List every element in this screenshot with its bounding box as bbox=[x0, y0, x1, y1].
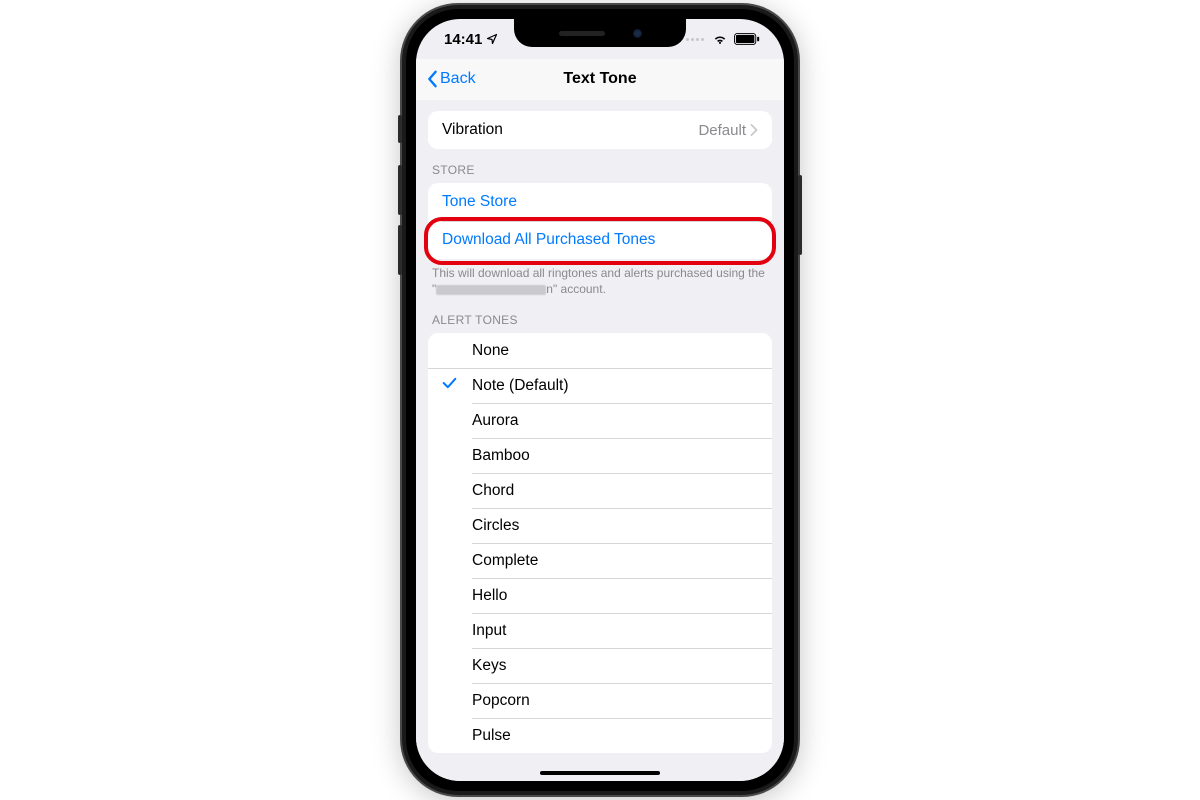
alert-tone-label: Input bbox=[472, 622, 506, 640]
alert-tone-label: Note (Default) bbox=[472, 377, 568, 395]
alert-tone-label: Keys bbox=[472, 657, 506, 675]
screen: 14:41 bbox=[416, 19, 784, 781]
phone-frame: 14:41 bbox=[402, 5, 798, 795]
alert-tone-row[interactable]: Aurora bbox=[428, 403, 772, 438]
alert-tones-list: None Note (Default) Aurora Bamboo Chord Circl… bbox=[428, 333, 772, 753]
cell-signal-dots bbox=[686, 38, 704, 41]
alert-tone-row[interactable]: Input bbox=[428, 613, 772, 648]
alert-tone-row[interactable]: Note (Default) bbox=[428, 368, 772, 403]
alert-tone-label: Bamboo bbox=[472, 447, 530, 465]
checkmark-icon bbox=[442, 376, 457, 395]
store-section-footer: This will download all ringtones and ale… bbox=[416, 259, 784, 299]
tone-store-row[interactable]: Tone Store bbox=[428, 183, 772, 221]
status-time: 14:41 bbox=[444, 31, 482, 48]
alert-tone-label: Hello bbox=[472, 587, 507, 605]
nav-bar: Back Text Tone bbox=[416, 59, 784, 100]
redacted-account bbox=[436, 285, 546, 295]
notch bbox=[514, 19, 686, 47]
tone-store-label: Tone Store bbox=[442, 193, 517, 211]
alert-tone-label: Popcorn bbox=[472, 692, 530, 710]
alert-tone-row[interactable]: Keys bbox=[428, 648, 772, 683]
alert-tone-label: Chord bbox=[472, 482, 514, 500]
vibration-value: Default bbox=[698, 122, 746, 139]
back-button[interactable]: Back bbox=[426, 70, 476, 88]
download-all-label: Download All Purchased Tones bbox=[442, 231, 655, 249]
alert-tones-section-header: ALERT TONES bbox=[416, 299, 784, 333]
page-title: Text Tone bbox=[563, 70, 636, 88]
store-footer-suffix: n" account. bbox=[546, 282, 606, 296]
alert-tone-row[interactable]: Chord bbox=[428, 473, 772, 508]
alert-tone-row[interactable]: Complete bbox=[428, 543, 772, 578]
volume-down-button bbox=[398, 225, 402, 275]
store-section-header: STORE bbox=[416, 149, 784, 183]
alert-tone-row[interactable]: Pulse bbox=[428, 718, 772, 753]
download-all-row[interactable]: Download All Purchased Tones bbox=[428, 221, 772, 259]
mute-switch bbox=[398, 115, 402, 143]
wifi-icon bbox=[712, 33, 728, 45]
alert-tone-label: Circles bbox=[472, 517, 519, 535]
alert-tone-row[interactable]: Hello bbox=[428, 578, 772, 613]
vibration-row[interactable]: Vibration Default bbox=[428, 111, 772, 149]
alert-tone-label: Complete bbox=[472, 552, 538, 570]
alert-tone-label: None bbox=[472, 342, 509, 360]
front-camera bbox=[633, 29, 642, 38]
home-indicator[interactable] bbox=[540, 771, 660, 775]
vibration-label: Vibration bbox=[442, 121, 503, 139]
volume-up-button bbox=[398, 165, 402, 215]
earpiece-speaker bbox=[559, 31, 605, 36]
alert-tone-row[interactable]: None bbox=[428, 333, 772, 368]
chevron-right-icon bbox=[750, 124, 758, 136]
settings-content: Vibration Default STORE bbox=[416, 99, 784, 781]
alert-tone-label: Aurora bbox=[472, 412, 519, 430]
alert-tone-row[interactable]: Circles bbox=[428, 508, 772, 543]
chevron-left-icon bbox=[426, 70, 438, 88]
battery-icon bbox=[734, 33, 760, 45]
location-icon bbox=[486, 33, 498, 45]
back-label: Back bbox=[440, 70, 476, 88]
alert-tone-row[interactable]: Popcorn bbox=[428, 683, 772, 718]
alert-tone-label: Pulse bbox=[472, 727, 511, 745]
side-button bbox=[798, 175, 802, 255]
alert-tone-row[interactable]: Bamboo bbox=[428, 438, 772, 473]
